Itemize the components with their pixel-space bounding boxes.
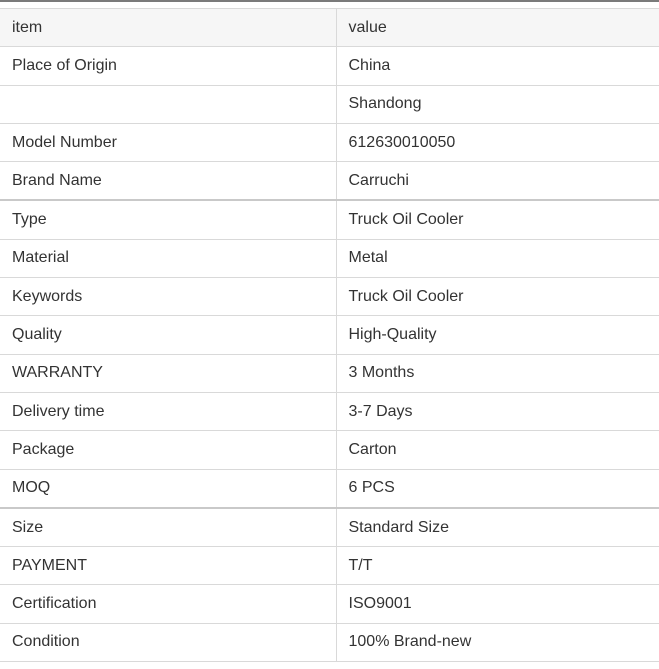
table-row: WARRANTY 3 Months [0,353,659,393]
product-spec-table: item value Place of Origin China Shandon… [0,7,659,663]
header-cell-item: item [0,7,337,48]
row-item-cell: Model Number [0,122,337,163]
row-value-cell: Truck Oil Cooler [335,199,659,240]
row-item-cell [0,84,337,124]
table-row: Place of Origin China [0,46,659,86]
row-value-cell: Shandong [335,84,659,124]
row-value-cell: 3-7 Days [335,391,659,432]
row-value-cell: Carton [335,430,659,470]
table-row: Brand Name Carruchi [0,161,659,201]
table-row: MOQ 6 PCS [0,468,659,509]
table-row: Package Carton [0,430,659,470]
row-item-cell: Material [0,238,337,279]
row-item-cell: WARRANTY [0,353,337,393]
row-item-cell: Package [0,430,337,470]
row-item-cell: PAYMENT [0,546,337,586]
row-item-cell: Brand Name [0,161,337,201]
row-value-cell: 3 Months [335,353,659,393]
row-item-cell: Certification [0,584,337,624]
row-value-cell: China [335,46,659,86]
row-value-cell: Standard Size [335,506,659,548]
row-value-cell: High-Quality [335,315,659,355]
table-row: Shandong [0,84,659,124]
row-item-cell: Type [0,199,337,240]
row-value-cell: 6 PCS [335,468,659,509]
row-value-cell: T/T [335,546,659,586]
table-row: Condition 100% Brand-new [0,622,659,663]
row-item-cell: Delivery time [0,391,337,432]
row-value-cell: 100% Brand-new [335,622,659,663]
row-value-cell: Carruchi [335,161,659,201]
table-row: Keywords Truck Oil Cooler [0,277,659,317]
table-row: Material Metal [0,238,659,279]
table-row: Model Number 612630010050 [0,122,659,163]
table-row: Type Truck Oil Cooler [0,199,659,240]
row-value-cell: Truck Oil Cooler [335,277,659,317]
table-row: Delivery time 3-7 Days [0,391,659,432]
table-header-row: item value [0,7,659,48]
row-item-cell: MOQ [0,468,337,509]
row-item-cell: Quality [0,315,337,355]
row-item-cell: Size [0,506,337,548]
row-item-cell: Keywords [0,277,337,317]
row-item-cell: Condition [0,622,337,663]
row-value-cell: 612630010050 [335,122,659,163]
row-value-cell: Metal [335,238,659,279]
table-row: PAYMENT T/T [0,546,659,586]
spec-table-container: item value Place of Origin China Shandon… [0,0,659,669]
row-value-cell: ISO9001 [335,584,659,624]
table-row: Size Standard Size [0,506,659,548]
table-row: Certification ISO9001 [0,584,659,624]
row-item-cell: Place of Origin [0,46,337,86]
header-cell-value: value [335,7,659,48]
table-row: Quality High-Quality [0,315,659,355]
